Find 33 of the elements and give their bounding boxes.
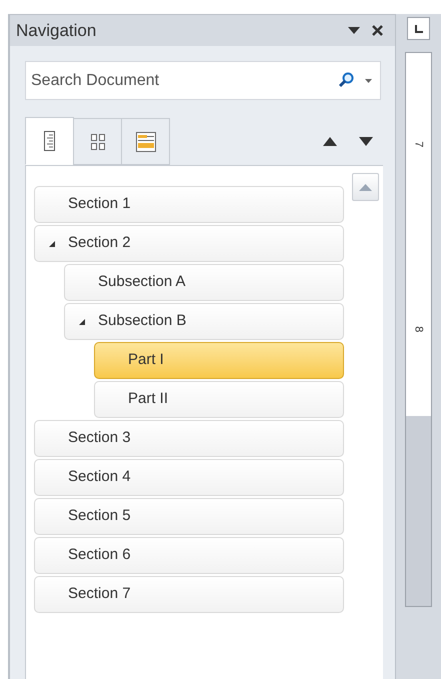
heading-item[interactable]: Section 6 <box>34 537 344 574</box>
up-arrow-icon <box>359 184 372 190</box>
caret-icon[interactable] <box>365 79 372 83</box>
heading-item[interactable]: Section 2 <box>34 225 344 262</box>
tab-stop-icon <box>414 24 422 32</box>
previous-arrow-icon[interactable] <box>323 137 337 146</box>
close-icon[interactable] <box>372 25 383 36</box>
heading-item[interactable]: Section 7 <box>34 576 344 613</box>
pane-title: Navigation <box>16 20 98 42</box>
grid-icon <box>90 134 104 150</box>
dropdown-icon[interactable] <box>348 26 360 34</box>
view-tab[interactable] <box>25 117 74 165</box>
heading-item[interactable]: Section 1 <box>34 186 344 223</box>
heading-item[interactable]: Section 4 <box>34 459 344 496</box>
tab-stop-button[interactable] <box>407 17 430 40</box>
ruler-number: 8 <box>412 326 426 332</box>
scrollbar-up-button[interactable] <box>352 173 379 201</box>
expanded-triangle-icon[interactable] <box>78 318 86 326</box>
heading-item[interactable]: Section 5 <box>34 498 344 535</box>
search-field[interactable]: Search Document <box>25 61 381 100</box>
heading-item[interactable]: Subsection A <box>64 264 344 301</box>
view-tab[interactable] <box>73 118 122 165</box>
next-arrow-icon[interactable] <box>359 137 373 146</box>
heading-item[interactable]: Subsection B <box>64 303 344 340</box>
heading-item[interactable]: Section 3 <box>34 420 344 457</box>
ruler-number: 7 <box>412 141 426 148</box>
expanded-triangle-icon[interactable] <box>48 240 56 248</box>
search-icon[interactable] <box>338 72 354 88</box>
document-icon <box>44 131 55 151</box>
view-tab[interactable] <box>121 118 170 165</box>
highlighted-lines-icon <box>136 132 156 152</box>
heading-item[interactable]: Part II <box>94 381 344 418</box>
heading-item[interactable]: Part I <box>94 342 344 379</box>
